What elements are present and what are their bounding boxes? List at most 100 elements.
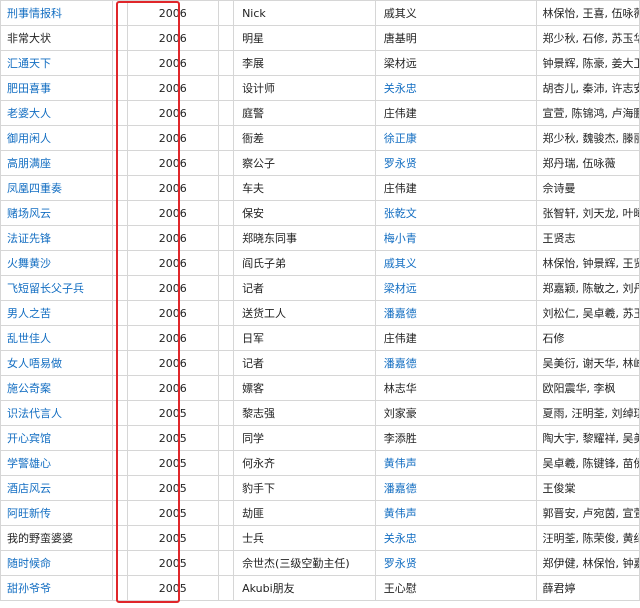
year-cell-text: 2006: [158, 6, 187, 20]
director-cell-text[interactable]: 黄伟声: [384, 457, 417, 470]
table-row: 赌场风云 2006 保安 张乾文 张智轩, 刘天龙, 叶暐: [0, 200, 640, 226]
drama-title-cell[interactable]: 汇通天下: [0, 50, 113, 76]
director-cell[interactable]: 潘嘉德: [374, 475, 538, 501]
drama-title-cell-text[interactable]: 学警雄心: [7, 457, 51, 470]
director-cell-text[interactable]: 梅小青: [384, 232, 417, 245]
director-cell: 唐基明: [374, 25, 538, 51]
director-cell[interactable]: 戚其义: [374, 250, 538, 276]
cast-cell-text: 王贤志: [542, 232, 576, 245]
director-cell[interactable]: 关永忠: [374, 75, 538, 101]
director-cell-text[interactable]: 关永忠: [384, 82, 417, 95]
drama-title-cell-text[interactable]: 飞短留长父子兵: [7, 282, 84, 295]
drama-title-cell-text[interactable]: 女人唔易做: [7, 357, 62, 370]
director-cell[interactable]: 潘嘉德: [374, 300, 538, 326]
drama-title-cell[interactable]: 阿旺新传: [0, 500, 113, 526]
drama-title-cell[interactable]: 女人唔易做: [0, 350, 113, 376]
drama-title-cell[interactable]: 随时候命: [0, 550, 113, 576]
year-cell-text: 2006: [158, 381, 187, 395]
cast-cell-text: 佘诗曼: [542, 182, 576, 195]
director-cell-text[interactable]: 潘嘉德: [384, 307, 417, 320]
year-cell: 2006: [126, 50, 220, 76]
drama-title-cell-text[interactable]: 男人之苦: [7, 307, 51, 320]
drama-title-cell-text[interactable]: 随时候命: [7, 557, 51, 570]
drama-title-cell[interactable]: 法证先锋: [0, 225, 113, 251]
drama-title-cell[interactable]: 刑事情报科: [0, 0, 113, 26]
table-row: 肥田喜事 2006 设计师 关永忠 胡杏儿, 秦沛, 许志安: [0, 75, 640, 101]
director-cell-text[interactable]: 罗永贤: [384, 157, 417, 170]
table-row: 我的野蛮婆婆 2005 士兵 关永忠 汪明荃, 陈荣俊, 黄纪莹: [0, 525, 640, 551]
spacer-cell: [111, 200, 128, 226]
table-row: 飞短留长父子兵 2006 记者 梁材远 郑嘉颖, 陈敏之, 刘丹: [0, 275, 640, 301]
drama-title-cell-text[interactable]: 御用闲人: [7, 132, 51, 145]
role-cell: 保安: [233, 200, 376, 226]
drama-title-cell[interactable]: 高朋满座: [0, 150, 113, 176]
drama-title-cell-text[interactable]: 识法代言人: [7, 407, 62, 420]
director-cell[interactable]: 罗永贤: [374, 550, 538, 576]
director-cell[interactable]: 梅小青: [374, 225, 538, 251]
drama-title-cell-text[interactable]: 乱世佳人: [7, 332, 51, 345]
drama-title-cell[interactable]: 男人之苦: [0, 300, 113, 326]
director-cell[interactable]: 张乾文: [374, 200, 538, 226]
director-cell-text[interactable]: 徐正康: [384, 132, 417, 145]
cast-cell-text: 郑少秋, 魏骏杰, 滕丽名: [542, 132, 638, 145]
table-row: 刑事情报科 2006 Nick 戚其义 林保怡, 王喜, 伍咏薇: [0, 0, 640, 26]
role-cell: 车夫: [233, 175, 376, 201]
drama-title-cell[interactable]: 凤凰四重奏: [0, 175, 113, 201]
drama-title-cell-text[interactable]: 高朋满座: [7, 157, 51, 170]
spacer-cell: [111, 175, 128, 201]
year-cell-text: 2005: [158, 556, 187, 570]
drama-title-cell-text[interactable]: 赌场风云: [7, 207, 51, 220]
drama-title-cell-text[interactable]: 施公奇案: [7, 382, 51, 395]
spacer-cell: [111, 475, 128, 501]
role-cell-text: 何永齐: [242, 457, 276, 470]
drama-title-cell[interactable]: 学警雄心: [0, 450, 113, 476]
role-cell-text: 劫匪: [242, 507, 265, 520]
director-cell[interactable]: 梁材远: [374, 275, 538, 301]
drama-title-cell-text[interactable]: 阿旺新传: [7, 507, 51, 520]
drama-title-cell[interactable]: 赌场风云: [0, 200, 113, 226]
drama-title-cell[interactable]: 识法代言人: [0, 400, 113, 426]
director-cell-text[interactable]: 张乾文: [384, 207, 417, 220]
drama-title-cell-text[interactable]: 汇通天下: [7, 57, 51, 70]
director-cell-text[interactable]: 戚其义: [384, 257, 417, 270]
drama-title-cell[interactable]: 甜孙爷爷: [0, 575, 113, 601]
director-cell-text[interactable]: 黄伟声: [384, 507, 417, 520]
drama-title-cell[interactable]: 肥田喜事: [0, 75, 113, 101]
drama-title-cell-text[interactable]: 酒店风云: [7, 482, 51, 495]
director-cell-text[interactable]: 潘嘉德: [384, 357, 417, 370]
director-cell[interactable]: 罗永贤: [374, 150, 538, 176]
director-cell[interactable]: 潘嘉德: [374, 350, 538, 376]
director-cell[interactable]: 徐正康: [374, 125, 538, 151]
drama-title-cell-text[interactable]: 凤凰四重奏: [7, 182, 62, 195]
drama-title-cell-text[interactable]: 刑事情报科: [7, 7, 62, 20]
drama-title-cell[interactable]: 飞短留长父子兵: [0, 275, 113, 301]
year-cell-text: 2005: [158, 581, 187, 595]
director-cell-text[interactable]: 关永忠: [384, 532, 417, 545]
drama-title-cell-text[interactable]: 肥田喜事: [7, 82, 51, 95]
drama-title-cell[interactable]: 火舞黄沙: [0, 250, 113, 276]
director-cell[interactable]: 关永忠: [374, 525, 538, 551]
spacer-cell: [217, 500, 235, 526]
year-cell: 2006: [126, 375, 220, 401]
director-cell[interactable]: 黄伟声: [374, 500, 538, 526]
director-cell-text[interactable]: 梁材远: [384, 282, 417, 295]
director-cell-text: 林志华: [383, 382, 417, 395]
drama-title-cell-text[interactable]: 老婆大人: [7, 107, 51, 120]
cast-cell-text: 张智轩, 刘天龙, 叶暐: [542, 207, 640, 220]
drama-title-cell[interactable]: 御用闲人: [0, 125, 113, 151]
drama-title-cell[interactable]: 老婆大人: [0, 100, 113, 126]
drama-title-cell[interactable]: 开心宾馆: [0, 425, 113, 451]
drama-title-cell-text[interactable]: 甜孙爷爷: [7, 582, 51, 595]
role-cell: 庭警: [233, 100, 376, 126]
cast-cell-text: 林保怡, 王喜, 伍咏薇: [542, 7, 640, 20]
drama-title-cell-text[interactable]: 法证先锋: [7, 232, 51, 245]
director-cell-text[interactable]: 潘嘉德: [384, 482, 417, 495]
drama-title-cell-text[interactable]: 火舞黄沙: [7, 257, 51, 270]
drama-title-cell[interactable]: 乱世佳人: [0, 325, 113, 351]
table-row: 随时候命 2005 佘世杰(三级空勤主任) 罗永贤 郑伊健, 林保怡, 钟嘉欣: [0, 550, 640, 576]
drama-title-cell-text[interactable]: 开心宾馆: [7, 432, 51, 445]
director-cell[interactable]: 黄伟声: [374, 450, 538, 476]
drama-title-cell[interactable]: 酒店风云: [0, 475, 113, 501]
director-cell-text[interactable]: 罗永贤: [384, 557, 417, 570]
drama-title-cell[interactable]: 施公奇案: [0, 375, 113, 401]
